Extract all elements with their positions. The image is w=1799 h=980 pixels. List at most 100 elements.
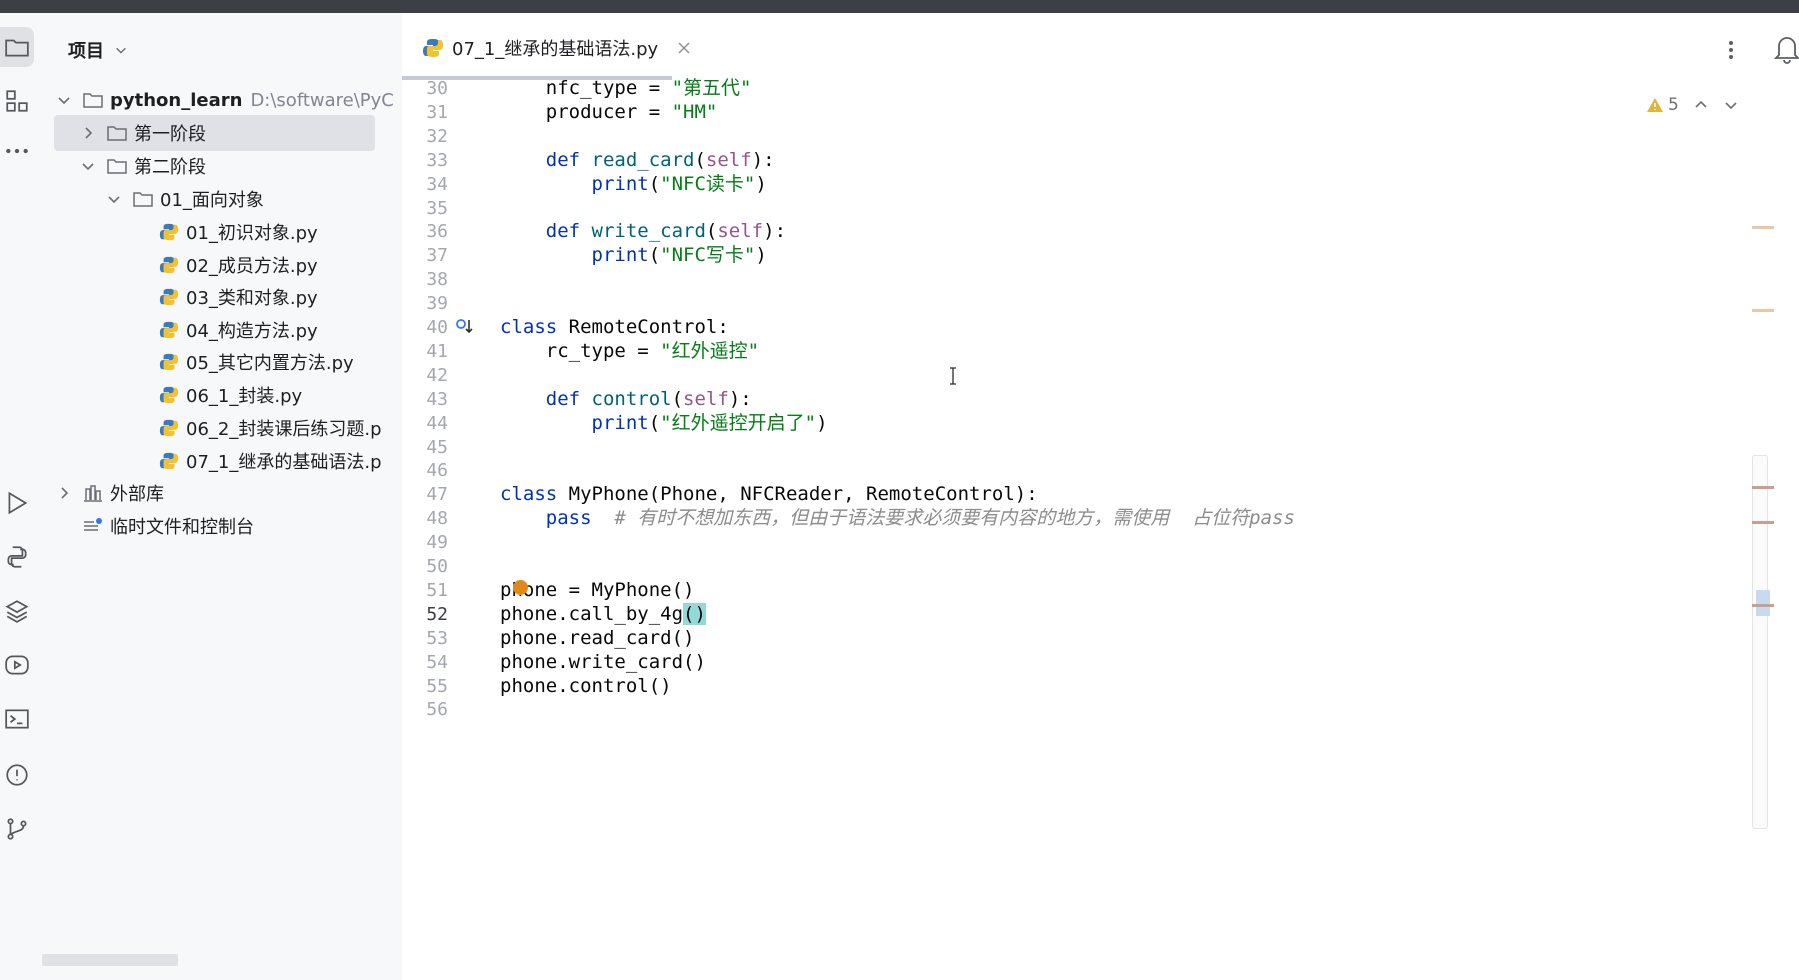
chevron-down-icon[interactable] xyxy=(80,158,96,174)
chevron-down-icon xyxy=(116,47,126,54)
code-token: # 有时不想加东西，但由于语法要求必须要有内容的地方，需使用 占位符pass xyxy=(614,507,1295,530)
code-token: "NFC写卡" xyxy=(660,244,756,267)
code-token: self xyxy=(705,148,752,171)
code-token: ) xyxy=(816,411,828,434)
folder-icon xyxy=(133,192,153,207)
close-icon[interactable] xyxy=(676,40,692,56)
code-token: "HM" xyxy=(671,100,718,123)
stripe-warning-mark[interactable] xyxy=(1752,226,1774,229)
code-token: self xyxy=(717,220,764,243)
tree-item-label: python_learn xyxy=(110,89,243,111)
folder-icon[interactable] xyxy=(0,27,34,67)
tree-item-label: 03_类和对象.py xyxy=(186,288,318,309)
code-token: nfc_type = xyxy=(500,77,672,99)
chevron-down-icon[interactable] xyxy=(56,92,72,108)
chevron-right-icon[interactable] xyxy=(56,485,72,501)
code-token: control xyxy=(591,387,672,410)
structure-icon[interactable] xyxy=(0,81,34,121)
code-token: print xyxy=(591,172,649,195)
services-icon[interactable] xyxy=(0,645,34,685)
chevron-down-icon[interactable] xyxy=(106,191,122,207)
code-token: ( xyxy=(671,387,684,410)
project-path-hint: D:\software\PyC xyxy=(250,89,394,111)
stripe-warning-mark[interactable] xyxy=(1752,604,1774,607)
tree-item-label: 01_初识对象.py xyxy=(186,223,318,244)
tree-item-label: 07_1_继承的基础语法.p xyxy=(186,452,382,473)
code-token: class xyxy=(500,316,569,338)
chevron-down-icon[interactable] xyxy=(1723,97,1739,113)
code-token: print xyxy=(591,411,649,434)
tree-item-file[interactable]: 07_1_继承的基础语法.p xyxy=(158,443,402,479)
code-token: read_card xyxy=(591,148,695,171)
run-icon[interactable] xyxy=(0,483,34,523)
tree-item-label: 06_2_封装课后练习题.p xyxy=(186,419,382,440)
code-token: MyPhone(Phone, NFCReader, RemoteControl)… xyxy=(568,483,1038,506)
python-file-icon xyxy=(159,353,179,371)
code-editor: 07_1_继承的基础语法.py 5 30 nfc_type = "第五代" 31 … xyxy=(402,13,1799,980)
chevron-right-icon[interactable] xyxy=(80,125,96,141)
code-token: ) xyxy=(755,172,767,195)
intention-bulb-icon[interactable] xyxy=(513,579,528,595)
python-console-icon[interactable] xyxy=(0,537,34,577)
tool-window-strip xyxy=(0,13,46,980)
tree-item-label: 第二阶段 xyxy=(134,157,206,178)
code-token: ( xyxy=(648,244,661,267)
code-token: producer = xyxy=(500,100,672,123)
implemented-override-gutter-icon[interactable] xyxy=(455,317,475,337)
python-file-icon xyxy=(159,452,179,470)
code-token: ( xyxy=(648,411,661,434)
code-token: self xyxy=(683,387,729,410)
python-file-icon xyxy=(159,288,179,306)
code-token: ( xyxy=(648,172,661,195)
error-stripe[interactable] xyxy=(1741,13,1774,980)
code-token: phone.control() xyxy=(500,674,672,697)
tree-item-file[interactable]: 01_初识对象.py xyxy=(158,214,402,250)
code-token: RemoteControl: xyxy=(568,316,729,338)
vertical-scrollbar[interactable] xyxy=(1752,455,1768,829)
terminal-icon[interactable] xyxy=(0,699,34,739)
project-panel-header[interactable]: 项目 xyxy=(68,35,128,65)
editor-tab[interactable]: 07_1_继承的基础语法.py xyxy=(422,31,692,65)
stripe-warning-mark[interactable] xyxy=(1752,486,1774,489)
code-token: "第五代" xyxy=(671,77,752,99)
tree-item-stage-2[interactable]: 第二阶段 xyxy=(80,148,402,184)
tree-item-python-learn[interactable]: python_learn D:\software\PyC xyxy=(56,82,396,118)
python-file-icon xyxy=(159,321,179,339)
project-panel-horizontal-scrollbar[interactable] xyxy=(42,954,178,966)
tree-item-label: 06_1_封装.py xyxy=(186,386,303,407)
tree-item-file[interactable]: 06_2_封装课后练习题.p xyxy=(158,410,402,446)
layers-icon[interactable] xyxy=(0,591,34,631)
more-tools-icon[interactable] xyxy=(0,131,34,171)
tree-item-label: 05_其它内置方法.py xyxy=(186,353,354,374)
code-token: ( xyxy=(694,148,706,171)
code-token: ): xyxy=(751,148,775,171)
git-icon[interactable] xyxy=(0,809,34,849)
scroll-thumb[interactable] xyxy=(1756,590,1770,616)
tree-item-file[interactable]: 04_构造方法.py xyxy=(158,312,402,348)
code-token: phone = MyPhone() xyxy=(500,578,695,601)
code-token: class xyxy=(500,483,569,506)
tree-item-file[interactable]: 06_1_封装.py xyxy=(158,377,402,413)
problems-icon[interactable] xyxy=(0,755,34,795)
more-vertical-icon[interactable] xyxy=(1720,35,1742,65)
tree-item-external-libraries[interactable]: 外部库 xyxy=(56,475,396,511)
stripe-warning-mark[interactable] xyxy=(1752,309,1774,312)
tree-item-stage-1[interactable]: 第一阶段 xyxy=(54,115,375,151)
code-token: "红外遥控开启了" xyxy=(660,411,817,434)
code-token: "NFC读卡" xyxy=(660,172,756,195)
code-token: ( xyxy=(705,220,718,243)
tree-item-file[interactable]: 03_类和对象.py xyxy=(158,279,402,315)
library-icon xyxy=(84,485,102,502)
tree-item-file[interactable]: 05_其它内置方法.py xyxy=(158,344,402,380)
editor-tab-bar: 07_1_继承的基础语法.py xyxy=(402,13,1799,80)
code-line[interactable]: 56 xyxy=(402,696,1702,723)
notifications-bell-icon[interactable] xyxy=(1772,31,1799,65)
code-token: pass xyxy=(500,507,592,530)
stripe-warning-mark[interactable] xyxy=(1752,521,1774,524)
tree-item-oop-folder[interactable]: 01_面向对象 xyxy=(106,181,402,217)
tree-item-scratches[interactable]: 临时文件和控制台 xyxy=(82,508,402,544)
window-top-bar xyxy=(0,0,1799,13)
project-panel-title: 项目 xyxy=(68,41,104,62)
tree-item-file[interactable]: 02_成员方法.py xyxy=(158,247,402,283)
